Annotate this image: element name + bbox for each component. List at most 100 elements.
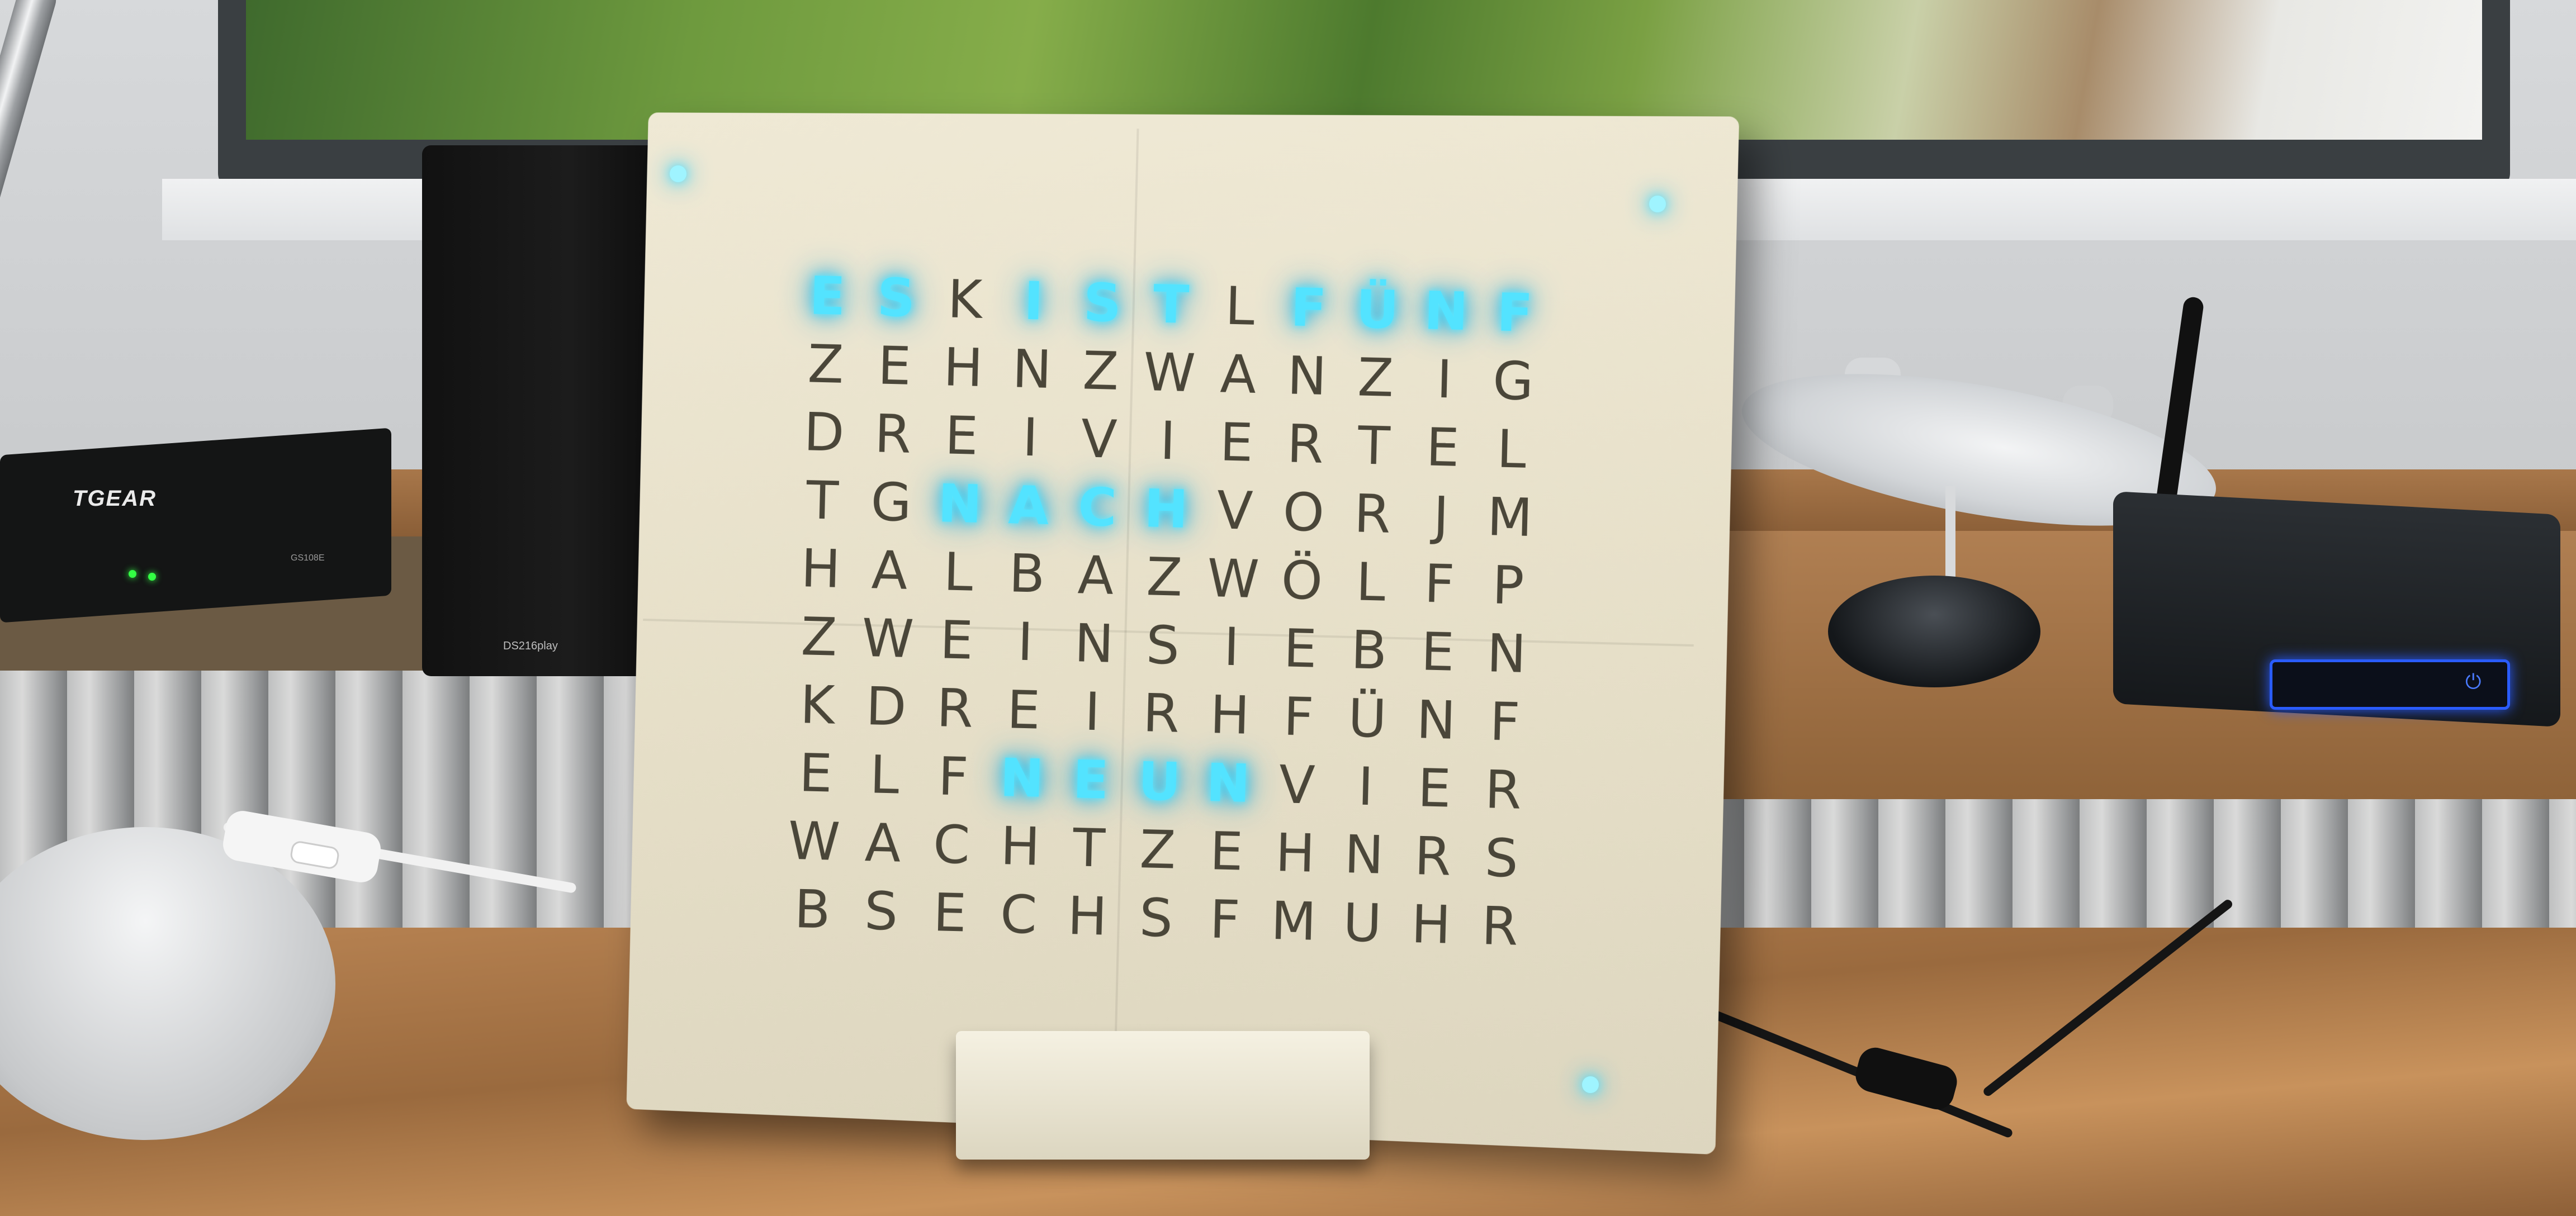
letter: Ü	[1347, 688, 1388, 750]
letter: I	[1223, 616, 1240, 678]
port-led	[148, 573, 156, 581]
letter: D	[803, 402, 845, 464]
letter: F	[1423, 553, 1456, 615]
letter-lit: A	[1007, 475, 1050, 537]
power-icon: ⏻	[2465, 671, 2482, 694]
letter-lit: N	[937, 473, 983, 536]
letter-lit: F	[1496, 282, 1534, 344]
letter: P	[1491, 555, 1525, 617]
letter: G	[1491, 350, 1535, 413]
letter: A	[1219, 344, 1257, 406]
letter-lit: U	[1137, 751, 1182, 813]
letter-lit: H	[1143, 478, 1189, 541]
letter: H	[800, 538, 841, 600]
letter-lit: S	[876, 267, 916, 329]
letter: T	[1357, 415, 1391, 477]
port-led	[129, 570, 136, 578]
letter: H	[1275, 823, 1316, 885]
letter: G	[870, 472, 912, 534]
letter: W	[787, 810, 841, 873]
letter: M	[1270, 890, 1317, 953]
letter: K	[799, 674, 836, 737]
letter: L	[1355, 552, 1386, 614]
letter: R	[936, 678, 974, 740]
letter: R	[874, 403, 912, 466]
letter-lit: Ü	[1355, 279, 1400, 341]
letter-lit: S	[1082, 272, 1123, 334]
clock-stand	[956, 1031, 1370, 1160]
letter: C	[999, 884, 1038, 946]
letter: L	[1496, 419, 1527, 481]
letter: H	[1410, 894, 1452, 956]
letter-lit: I	[1023, 270, 1044, 332]
letter: L	[869, 744, 900, 806]
letter: R	[1484, 759, 1522, 821]
letter: F	[937, 746, 969, 808]
letter: Z	[1145, 547, 1183, 609]
minute-led	[1649, 196, 1666, 212]
letter: Z	[1357, 347, 1395, 409]
ship-model-base	[1828, 576, 2040, 687]
letter: N	[1343, 824, 1385, 886]
minute-led	[1582, 1076, 1599, 1093]
switch-model-label: GS108E	[291, 553, 325, 563]
letter: E	[939, 610, 974, 672]
letter: W	[1206, 548, 1260, 611]
letter: I	[1159, 410, 1177, 472]
letter: T	[1072, 818, 1106, 880]
letter: O	[1282, 482, 1325, 544]
letter: Z	[807, 334, 845, 396]
letter: E	[877, 335, 912, 397]
letter: I	[1083, 681, 1101, 743]
letter: V	[1080, 408, 1118, 471]
letter: S	[1484, 828, 1519, 890]
letter: E	[1282, 618, 1318, 680]
letter: V	[1278, 754, 1316, 816]
letter: S	[1145, 615, 1181, 677]
letter: E	[1417, 758, 1452, 820]
letter: A	[1077, 545, 1115, 607]
letter: E	[1420, 621, 1455, 683]
letter: E	[1219, 412, 1254, 474]
letter: N	[1415, 690, 1457, 752]
letter: W	[861, 607, 915, 671]
letter: Z	[800, 606, 838, 668]
letter: F	[1209, 889, 1241, 951]
letter: F	[1489, 691, 1521, 753]
letter-lit: N	[1423, 281, 1469, 343]
letter: F	[1282, 686, 1315, 748]
letter: H	[943, 337, 984, 399]
letter: H	[1000, 816, 1041, 878]
letter-lit: C	[1077, 477, 1117, 539]
letter: E	[1209, 821, 1244, 883]
letter: S	[1138, 887, 1174, 949]
letter: Z	[1139, 819, 1177, 881]
letter-lit: E	[808, 265, 846, 327]
letter: A	[870, 540, 908, 602]
letter: H	[1209, 685, 1251, 747]
letter: L	[943, 542, 974, 604]
letter: B	[793, 879, 831, 941]
letter: C	[932, 814, 971, 876]
letter: Ö	[1280, 550, 1324, 612]
letter-lit: T	[1152, 274, 1190, 336]
nas-device	[422, 145, 668, 676]
letter: R	[1286, 414, 1324, 476]
letter: R	[1413, 826, 1452, 888]
letter: B	[1008, 543, 1046, 605]
letter: W	[1143, 342, 1196, 405]
letter: N	[1486, 623, 1527, 685]
letter: R	[1142, 683, 1180, 745]
letter: I	[1357, 756, 1375, 818]
letter: E	[798, 743, 834, 805]
letter: Z	[1082, 340, 1120, 402]
letter: E	[944, 405, 979, 467]
letter: H	[1067, 886, 1108, 948]
letter-lit: E	[1072, 749, 1110, 811]
letter: A	[864, 813, 902, 875]
network-switch	[0, 428, 391, 623]
letter: R	[1353, 483, 1391, 545]
letter: N	[1011, 339, 1053, 401]
letter: N	[1073, 613, 1115, 675]
nas-label: DS216play	[503, 640, 558, 652]
